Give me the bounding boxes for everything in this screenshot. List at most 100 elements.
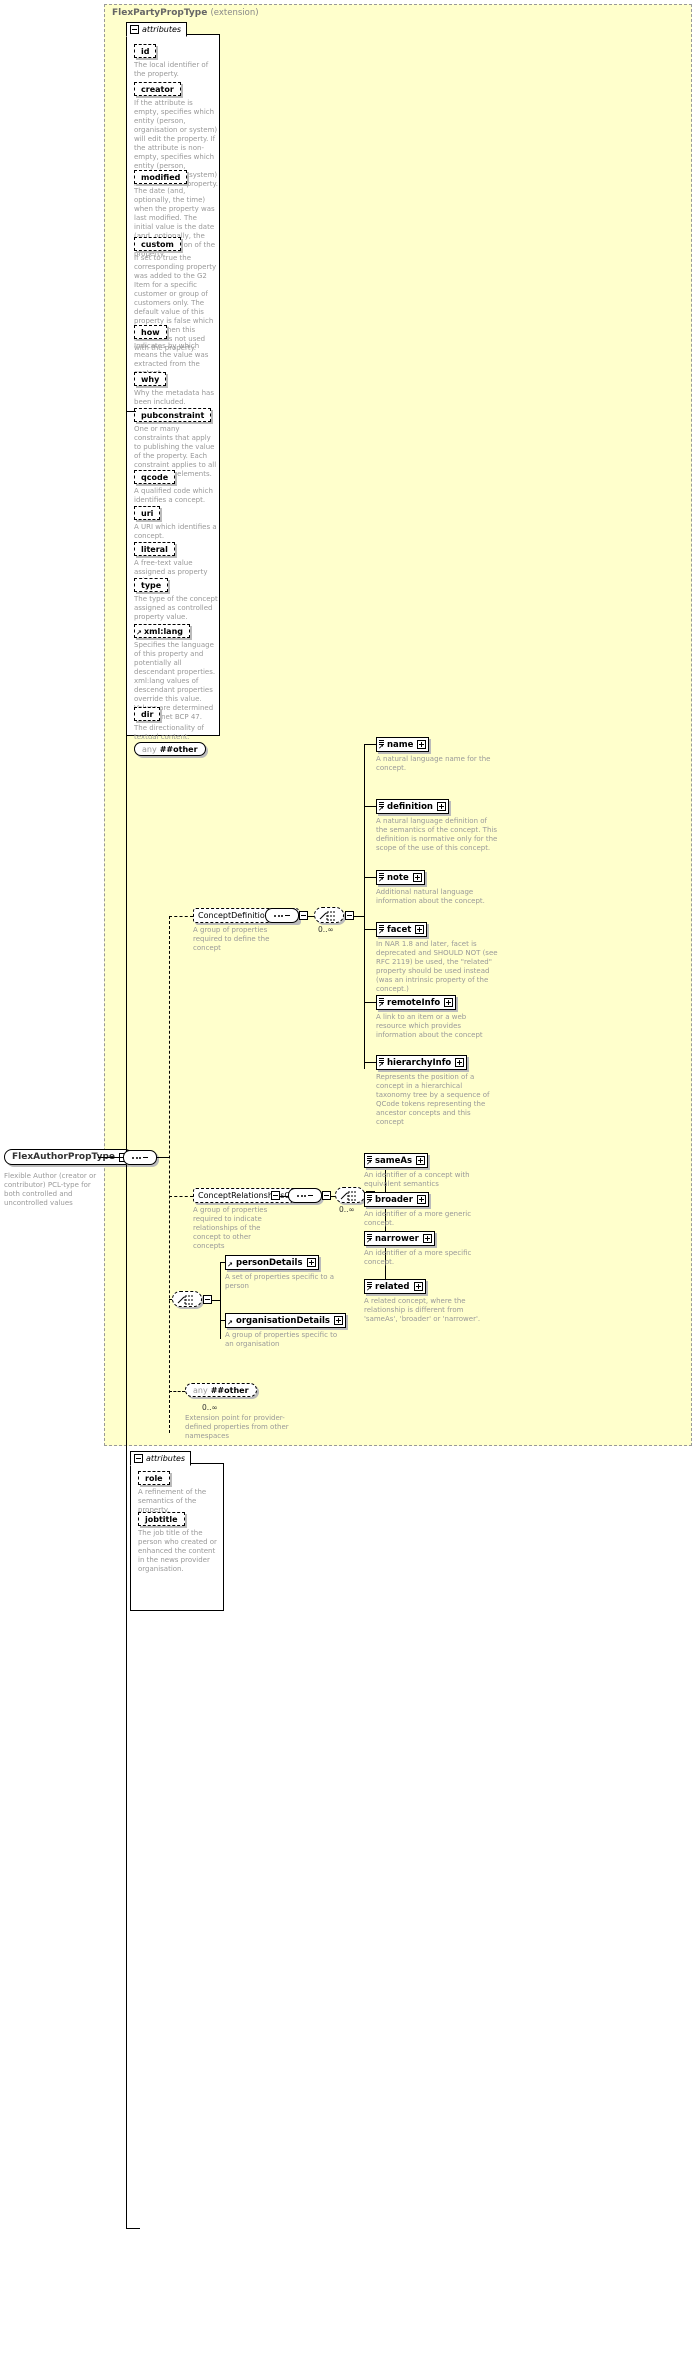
element-sameas-label: sameAs — [375, 1155, 413, 1166]
expand-icon[interactable] — [455, 1058, 465, 1067]
attribute-id[interactable]: id — [134, 44, 157, 58]
any-namespace-label: ##other — [210, 1385, 249, 1395]
connector — [364, 929, 376, 930]
attributes-tab-top[interactable]: attributes — [126, 22, 188, 37]
expand-icon[interactable] — [334, 1316, 343, 1325]
expand-icon[interactable] — [444, 998, 454, 1007]
attribute-qcode[interactable]: qcode — [134, 470, 176, 484]
choice-connector-crg[interactable] — [335, 1187, 365, 1203]
element-note[interactable]: ↗ note — [376, 870, 425, 885]
element-organisationdetails[interactable]: ↗ organisationDetails — [225, 1313, 346, 1328]
collapse-icon[interactable] — [134, 1454, 143, 1463]
attribute-uri[interactable]: uri — [134, 506, 161, 520]
connector — [157, 1157, 169, 1158]
element-facet[interactable]: ↗ facet — [376, 922, 428, 937]
element-hierarchyinfo-desc: Represents the position of a concept in … — [376, 1073, 490, 1126]
attributes-tab-label: attributes — [142, 25, 182, 34]
collapse-icon[interactable] — [299, 911, 308, 920]
extension-panel-title: FlexPartyPropType (extension) — [112, 8, 259, 18]
element-sameas-desc: An identifier of a concept with equivale… — [364, 1171, 470, 1188]
collapse-icon[interactable] — [345, 911, 354, 920]
sequence-connector-cdg[interactable] — [265, 908, 299, 923]
group-conceptdefinitiongroup-desc: A group of properties required to define… — [193, 926, 270, 952]
connector — [220, 1262, 221, 1339]
element-persondetails-label: personDetails — [236, 1257, 303, 1268]
attribute-why[interactable]: why — [134, 372, 167, 386]
element-sameas[interactable]: ↗ sameAs — [364, 1153, 429, 1168]
cardinality-crg: 0..∞ — [339, 1205, 355, 1214]
attribute-id-desc: The local identifier of the property. — [134, 61, 209, 78]
reference-arrow-icon: ↗ — [136, 629, 142, 637]
attribute-type[interactable]: type — [134, 578, 169, 592]
expand-icon[interactable] — [415, 925, 425, 934]
attribute-uri-label: uri — [141, 508, 154, 518]
expand-icon[interactable] — [436, 802, 446, 811]
connector — [126, 2228, 140, 2229]
attribute-pubconstraint[interactable]: pubconstraint — [134, 408, 212, 422]
reference-arrow-icon: ↗ — [366, 1158, 372, 1167]
attribute-dir-desc: The directionality of textual content. — [134, 724, 204, 741]
attribute-how[interactable]: how — [134, 325, 167, 339]
reference-arrow-icon: ↗ — [378, 927, 384, 936]
element-remoteinfo[interactable]: ↗ remoteInfo — [376, 995, 457, 1010]
element-broader[interactable]: ↗ broader — [364, 1192, 429, 1207]
attribute-xml-lang[interactable]: ↗ xml:lang — [134, 624, 190, 638]
connector-dashed — [169, 916, 193, 917]
element-hierarchyinfo[interactable]: ↗ hierarchyInfo — [376, 1055, 468, 1070]
element-narrower[interactable]: ↗ narrower — [364, 1231, 435, 1246]
extension-panel-type-name: FlexPartyPropType — [112, 8, 208, 18]
attributes-tab-bottom[interactable]: attributes — [130, 1451, 192, 1466]
element-facet-label: facet — [387, 924, 412, 935]
attribute-dir[interactable]: dir — [134, 707, 161, 721]
connector — [280, 1196, 288, 1197]
element-persondetails[interactable]: ↗ personDetails — [225, 1255, 319, 1270]
attribute-custom-label: custom — [141, 239, 174, 249]
extension-any-other[interactable]: any ##other — [185, 1383, 257, 1397]
sequence-connector-main[interactable] — [123, 1150, 157, 1165]
choice-connector-cdg[interactable] — [314, 907, 344, 923]
extension-any-desc: Extension point for provider-defined pro… — [185, 1414, 289, 1440]
connector — [364, 806, 376, 807]
element-name[interactable]: ↗ name — [376, 737, 430, 752]
attribute-literal[interactable]: literal — [134, 542, 175, 556]
attribute-why-desc: Why the metadata has been included. — [134, 389, 214, 406]
reference-arrow-icon: ↗ — [227, 1318, 233, 1327]
expand-icon[interactable] — [422, 1234, 432, 1243]
element-note-desc: Additional natural language information … — [376, 888, 485, 905]
expand-icon[interactable] — [412, 873, 422, 882]
attribute-modified[interactable]: modified — [134, 170, 188, 184]
collapse-icon[interactable] — [322, 1191, 331, 1200]
expand-icon[interactable] — [306, 1258, 316, 1267]
attribute-qcode-label: qcode — [141, 472, 169, 482]
any-prefix-label: any — [142, 744, 157, 754]
attribute-why-label: why — [141, 374, 160, 384]
attributes-any-other[interactable]: any ##other — [134, 742, 206, 756]
attribute-custom[interactable]: custom — [134, 237, 181, 251]
attribute-id-label: id — [141, 46, 150, 56]
expand-icon[interactable] — [416, 1156, 426, 1165]
any-namespace-label: ##other — [159, 744, 198, 754]
attribute-modified-label: modified — [141, 172, 181, 182]
attribute-creator[interactable]: creator — [134, 82, 181, 96]
type-box-desc: Flexible Author (creator or contributor)… — [4, 1172, 97, 1207]
collapse-icon[interactable] — [203, 1295, 212, 1304]
expand-icon[interactable] — [417, 740, 427, 749]
attribute-jobtitle[interactable]: jobtitle — [138, 1512, 185, 1526]
expand-icon[interactable] — [413, 1282, 423, 1291]
reference-arrow-icon: ↗ — [366, 1197, 372, 1206]
reference-arrow-icon: ↗ — [227, 1260, 233, 1269]
connector-dashed — [169, 1391, 185, 1392]
attribute-literal-label: literal — [141, 544, 168, 554]
element-definition[interactable]: ↗ definition — [376, 799, 449, 814]
element-related-desc: A related concept, where the relationshi… — [364, 1297, 481, 1323]
collapse-icon[interactable] — [271, 1191, 280, 1200]
element-broader-label: broader — [375, 1194, 413, 1205]
expand-icon[interactable] — [416, 1195, 426, 1204]
attribute-how-label: how — [141, 327, 160, 337]
choice-connector-details[interactable] — [172, 1291, 202, 1307]
attribute-role[interactable]: role — [138, 1471, 170, 1485]
element-related[interactable]: ↗ related — [364, 1279, 426, 1294]
collapse-icon[interactable] — [130, 25, 139, 34]
element-remoteinfo-desc: A link to an item or a web resource whic… — [376, 1013, 483, 1039]
sequence-connector-crg[interactable] — [288, 1188, 322, 1203]
